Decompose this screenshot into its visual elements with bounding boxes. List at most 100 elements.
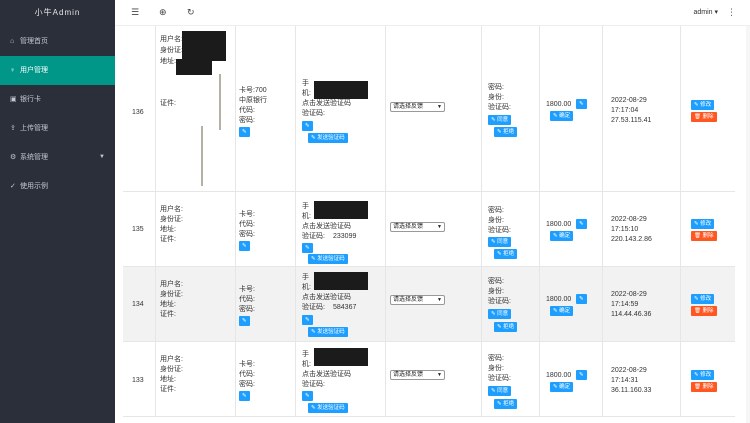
edit-button[interactable]: ✎ [576, 370, 587, 380]
send-code-text[interactable]: 点击发送验证码 [302, 293, 351, 302]
menu-toggle-icon[interactable]: ☰ [131, 7, 139, 18]
confirm-button[interactable]: ✎ 确定 [550, 382, 574, 392]
confirm-button[interactable]: ✎ 确定 [550, 306, 574, 316]
sidebar-item-system[interactable]: ⚙ 系统管理 ▼ [0, 143, 115, 172]
card-cell: 卡号: 代码: 密码: ✎ [235, 192, 295, 266]
ver-code-label: 验证码: [488, 298, 511, 305]
amount-cell: 1800.00 ✎ ✎ 确定 [539, 267, 602, 341]
ver-pwd-label: 密码: [488, 278, 504, 285]
feedback-select[interactable]: 请选择反馈 ▼ [390, 222, 445, 232]
verify-code-label: 验证码: [302, 110, 325, 117]
modify-button[interactable]: ✎ 修改 [691, 219, 715, 229]
redacted-phone [314, 272, 368, 290]
send-code-text[interactable]: 点击发送验证码 [302, 370, 351, 379]
amount-cell: 1800.00 ✎ ✎ 确定 [539, 26, 602, 191]
confirm-button[interactable]: ✎ 确定 [550, 111, 574, 121]
select-cell: 请选择反馈 ▼ [385, 267, 481, 341]
send-verify-button[interactable]: ✎ 发送验证码 [308, 133, 348, 143]
time-value: 17:14:31 [611, 377, 639, 384]
delete-button[interactable]: 🗑 删除 [691, 382, 717, 392]
edit-button[interactable]: ✎ [302, 391, 313, 401]
info-cell: 用户名: 身份证: 地址: 证件: [155, 267, 235, 341]
edit-button[interactable]: ✎ [576, 294, 587, 304]
confirm-button[interactable]: ✎ 确定 [550, 231, 574, 241]
address-label: 地址: [160, 301, 176, 308]
username-label: 用户名: [160, 206, 183, 213]
edit-button[interactable]: ✎ [576, 219, 587, 229]
delete-button[interactable]: 🗑 删除 [691, 306, 717, 316]
verify-code-label: 验证码: [302, 304, 325, 311]
reject-button[interactable]: ✎ 拒绝 [494, 399, 518, 409]
modify-button[interactable]: ✎ 修改 [691, 100, 715, 110]
edit-button[interactable]: ✎ [239, 241, 250, 251]
approve-button[interactable]: ✎ 同意 [488, 115, 512, 125]
globe-icon[interactable]: ⊕ [159, 7, 167, 18]
delete-button[interactable]: 🗑 删除 [691, 112, 717, 122]
sidebar-item-upload[interactable]: ⇪ 上传管理 [0, 114, 115, 143]
edit-button[interactable]: ✎ [239, 316, 250, 326]
phone-label: 手 [302, 203, 309, 210]
edit-button[interactable]: ✎ [302, 315, 313, 325]
card-label: 卡号: [239, 211, 255, 218]
info-cell: 用户名: 身份证: 地址: 证件: [155, 342, 235, 416]
send-code-text[interactable]: 点击发送验证码 [302, 99, 351, 108]
address-label: 地址: [160, 376, 176, 383]
check-icon: ✓ [10, 183, 16, 190]
top-bar: ☰ ⊕ ↻ admin ▾ ⋮ [115, 0, 750, 26]
sidebar-item-home[interactable]: ⌂ 管理首页 [0, 27, 115, 56]
time-cell: 2022-08-29 17:17:04 27.53.115.41 [602, 26, 680, 191]
card-cell: 卡号:700 中原银行 代码: 密码: ✎ [235, 26, 295, 191]
feedback-select[interactable]: 请选择反馈 ▼ [390, 370, 445, 380]
time-cell: 2022-08-29 17:15:10 220.143.2.86 [602, 192, 680, 266]
sidebar-item-label: 银行卡 [20, 96, 41, 103]
username-label: 用户名: [160, 281, 183, 288]
address-label: 地址: [160, 226, 176, 233]
edit-button[interactable]: ✎ [239, 127, 250, 137]
reject-button[interactable]: ✎ 拒绝 [494, 322, 518, 332]
sidebar-item-bankcard[interactable]: ▣ 银行卡 [0, 85, 115, 114]
actions-cell: ✎ 修改 🗑 删除 [680, 26, 735, 191]
edit-button[interactable]: ✎ [302, 243, 313, 253]
info-cell: 用户名: 身份证: 地址: 证件: [155, 26, 235, 191]
scrollbar[interactable] [746, 26, 750, 423]
feedback-select[interactable]: 请选择反馈 ▼ [390, 295, 445, 305]
upload-icon: ⇪ [10, 125, 16, 132]
reject-button[interactable]: ✎ 拒绝 [494, 249, 518, 259]
edit-button[interactable]: ✎ [576, 99, 587, 109]
modify-button[interactable]: ✎ 修改 [691, 370, 715, 380]
feedback-select[interactable]: 请选择反馈 ▼ [390, 102, 445, 112]
reject-button[interactable]: ✎ 拒绝 [494, 127, 518, 137]
chevron-down-icon: ▼ [437, 104, 442, 110]
phone-label: 手 [302, 274, 309, 281]
sidebar-item-examples[interactable]: ✓ 使用示例 [0, 172, 115, 201]
code-label: 代码: [239, 371, 255, 378]
ver-code-label: 验证码: [488, 227, 511, 234]
user-menu[interactable]: admin ▾ [693, 8, 718, 16]
delete-button[interactable]: 🗑 删除 [691, 231, 717, 241]
edit-button[interactable]: ✎ [239, 391, 250, 401]
more-icon[interactable]: ⋮ [727, 7, 736, 18]
sidebar-item-users[interactable]: ♀ 用户管理 [0, 56, 115, 85]
row-id: 133 [132, 377, 144, 384]
approve-button[interactable]: ✎ 同意 [488, 237, 512, 247]
time-cell: 2022-08-29 17:14:59 114.44.46.36 [602, 267, 680, 341]
send-verify-button[interactable]: ✎ 发送验证码 [308, 327, 348, 337]
home-icon: ⌂ [10, 38, 15, 45]
select-cell: 请选择反馈 ▼ [385, 192, 481, 266]
sidebar-item-label: 用户管理 [20, 67, 48, 74]
refresh-icon[interactable]: ↻ [187, 7, 195, 18]
time-value: 17:14:59 [611, 301, 639, 308]
send-verify-button[interactable]: ✎ 发送验证码 [308, 254, 348, 264]
send-verify-button[interactable]: ✎ 发送验证码 [308, 403, 348, 413]
verify-code-label: 验证码: [302, 233, 325, 240]
date-value: 2022-08-29 [611, 216, 647, 223]
send-code-text[interactable]: 点击发送验证码 [302, 222, 351, 231]
password-label: 密码: [239, 117, 255, 124]
table-row: 133 用户名: 身份证: 地址: 证件: 卡号: 代码: 密码: ✎ 手 机:… [123, 342, 735, 417]
edit-button[interactable]: ✎ [302, 121, 313, 131]
approve-button[interactable]: ✎ 同意 [488, 386, 512, 396]
approve-button[interactable]: ✎ 同意 [488, 309, 512, 319]
verify-code-label: 验证码: [302, 381, 325, 388]
modify-button[interactable]: ✎ 修改 [691, 294, 715, 304]
cert-label: 证件: [160, 311, 176, 318]
